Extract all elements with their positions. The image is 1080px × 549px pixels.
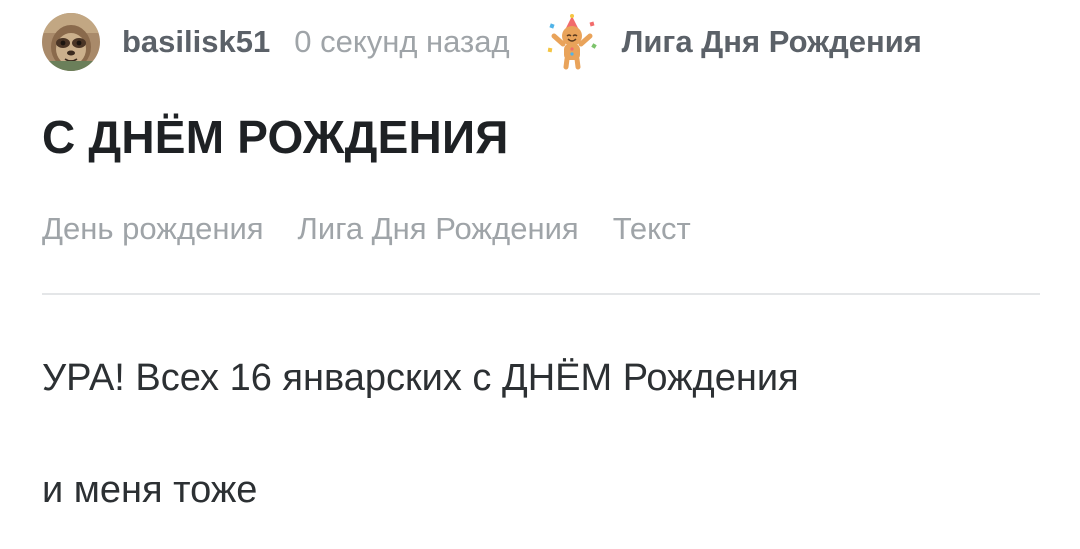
- post-timestamp: 0 секунд назад: [294, 24, 510, 59]
- birthday-cookie-icon: [547, 14, 597, 70]
- content-paragraph: и меня тоже: [42, 469, 258, 511]
- community-name[interactable]: Лига Дня Рождения: [622, 24, 922, 60]
- divider: [42, 293, 1040, 295]
- post-tags: День рождения Лига Дня Рождения Текст: [42, 211, 725, 247]
- author-avatar[interactable]: [42, 13, 100, 71]
- post-title[interactable]: С ДНЁМ РОЖДЕНИЯ: [42, 110, 508, 164]
- post-header: basilisk51 0 секунд назад Лига Дня Рожде…: [42, 12, 922, 72]
- post: basilisk51 0 секунд назад Лига Дня Рожде…: [0, 0, 1080, 549]
- sloth-avatar-icon: [42, 13, 100, 71]
- community-avatar[interactable]: [544, 14, 600, 70]
- content-paragraph: УРА! Всех 16 январских с ДНЁМ Рождения: [42, 357, 799, 399]
- tag-birthday-league[interactable]: Лига Дня Рождения: [298, 211, 579, 247]
- post-content: УРА! Всех 16 январских с ДНЁМ Рождения и…: [42, 350, 1042, 518]
- tag-text[interactable]: Текст: [613, 211, 691, 247]
- tag-birthday[interactable]: День рождения: [42, 211, 264, 247]
- author-name[interactable]: basilisk51: [122, 24, 270, 60]
